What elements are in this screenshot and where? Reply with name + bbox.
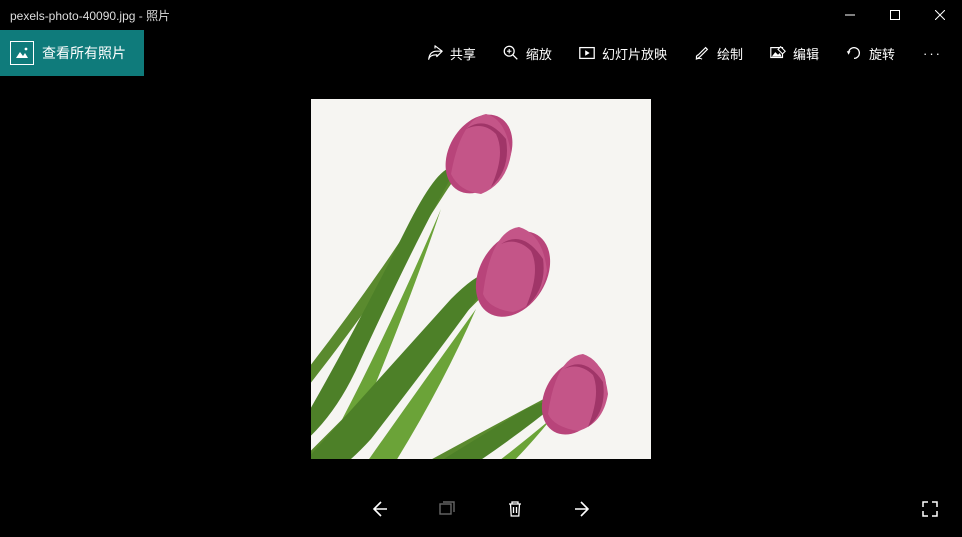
close-icon xyxy=(935,10,945,20)
photo-image[interactable] xyxy=(311,99,651,459)
toolbar-actions: 共享 缩放 幻灯片放映 绘制 编辑 旋转 ··· xyxy=(416,38,962,69)
edit-button[interactable]: 编辑 xyxy=(759,38,829,69)
arrow-left-icon xyxy=(369,499,389,519)
bottom-bar xyxy=(0,481,962,537)
rotate-icon xyxy=(845,44,863,62)
photo-viewer xyxy=(0,76,962,481)
more-button[interactable]: ··· xyxy=(911,40,954,67)
view-all-label: 查看所有照片 xyxy=(42,43,126,63)
maximize-icon xyxy=(890,10,900,20)
slideshow-label: 幻灯片放映 xyxy=(602,44,667,63)
rotate-button[interactable]: 旋转 xyxy=(835,38,905,69)
slideshow-icon xyxy=(578,44,596,62)
edit-label: 编辑 xyxy=(793,44,819,63)
delete-button[interactable] xyxy=(503,497,527,521)
collection-icon xyxy=(437,499,457,519)
photo-icon xyxy=(10,41,34,65)
toolbar: 查看所有照片 共享 缩放 幻灯片放映 绘制 编辑 旋转 ··· xyxy=(0,30,962,76)
collection-button[interactable] xyxy=(435,497,459,521)
window-controls xyxy=(827,0,962,30)
trash-icon xyxy=(505,499,525,519)
titlebar: pexels-photo-40090.jpg - 照片 xyxy=(0,0,962,30)
maximize-button[interactable] xyxy=(872,0,917,30)
zoom-button[interactable]: 缩放 xyxy=(492,38,562,69)
more-icon: ··· xyxy=(923,46,942,61)
fullscreen-icon xyxy=(921,500,939,518)
edit-icon xyxy=(769,44,787,62)
fullscreen-button[interactable] xyxy=(918,497,942,521)
rotate-label: 旋转 xyxy=(869,44,895,63)
next-button[interactable] xyxy=(571,497,595,521)
previous-button[interactable] xyxy=(367,497,391,521)
view-all-photos-button[interactable]: 查看所有照片 xyxy=(0,30,144,76)
share-label: 共享 xyxy=(450,44,476,63)
draw-icon xyxy=(693,44,711,62)
share-button[interactable]: 共享 xyxy=(416,38,486,69)
bottom-controls xyxy=(367,497,595,521)
zoom-icon xyxy=(502,44,520,62)
window-title: pexels-photo-40090.jpg - 照片 xyxy=(10,7,827,24)
close-button[interactable] xyxy=(917,0,962,30)
arrow-right-icon xyxy=(573,499,593,519)
zoom-label: 缩放 xyxy=(526,44,552,63)
draw-button[interactable]: 绘制 xyxy=(683,38,753,69)
minimize-icon xyxy=(845,10,855,20)
share-icon xyxy=(426,44,444,62)
slideshow-button[interactable]: 幻灯片放映 xyxy=(568,38,677,69)
draw-label: 绘制 xyxy=(717,44,743,63)
minimize-button[interactable] xyxy=(827,0,872,30)
